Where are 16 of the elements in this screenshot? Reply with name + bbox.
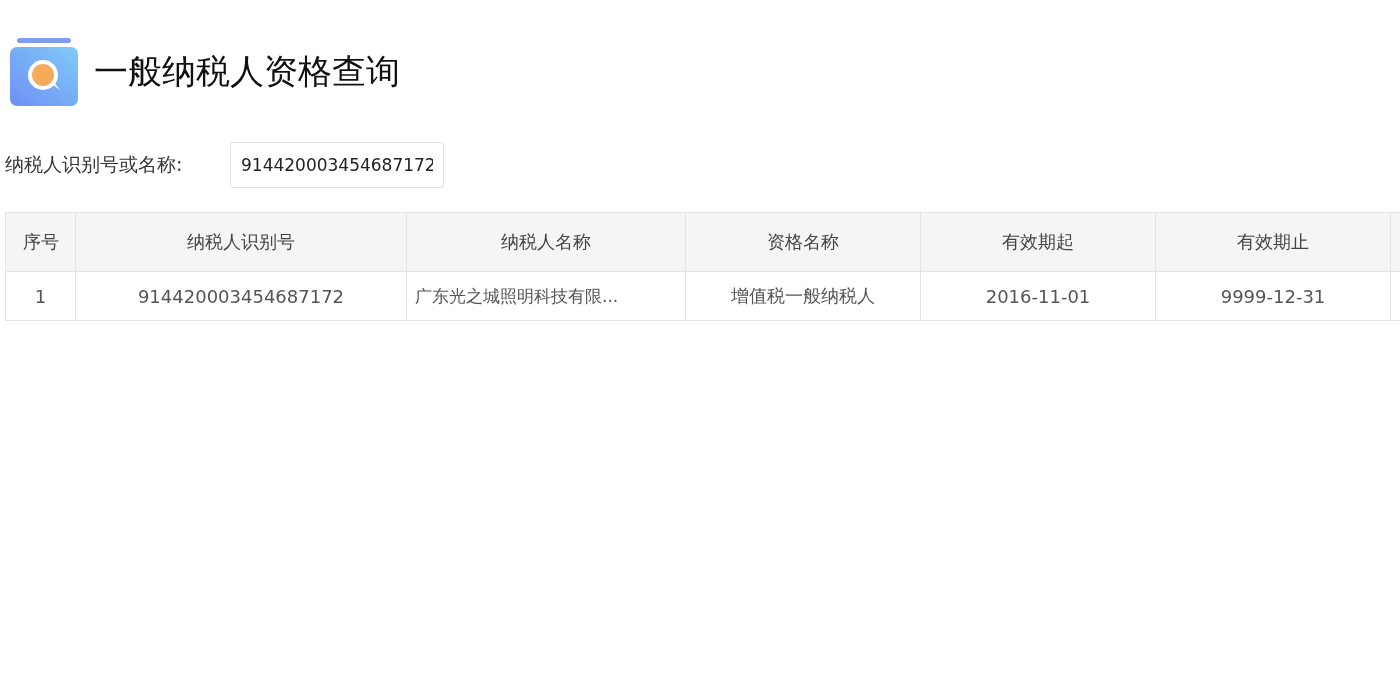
column-header: 有效期止 <box>1155 212 1391 272</box>
column-header: 序号 <box>5 212 76 272</box>
input-field[interactable]: 914420003454687172 <box>230 142 444 188</box>
table-cell: 1 <box>5 271 76 321</box>
column-header: 纳税人识别号 <box>75 212 407 272</box>
field-label: 纳税人识别号或名称: <box>5 152 184 177</box>
table-cell: 914420003454687172 <box>75 271 407 321</box>
page-title: 一般纳税人资格查询 <box>94 50 400 93</box>
table-cell: 增值税一般纳税人 <box>685 271 921 321</box>
column-header: 资格名称 <box>685 212 921 272</box>
column-header: 纳税人名称 <box>406 212 686 272</box>
table-cell: 2016-11-01 <box>920 271 1156 321</box>
search-document-icon <box>10 38 78 106</box>
table-cell: 9999-12-31 <box>1155 271 1391 321</box>
column-header: 有效期起 <box>920 212 1156 272</box>
table-cell: 广东光之城照明科技有限... <box>406 271 686 321</box>
